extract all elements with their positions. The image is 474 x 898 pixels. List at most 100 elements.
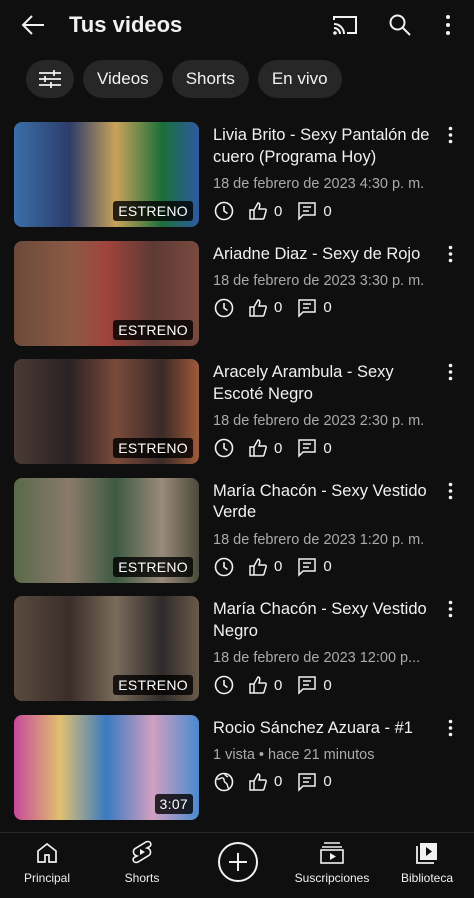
more-vert-icon[interactable] [442, 717, 458, 739]
nav-subscriptions[interactable]: Suscripciones [287, 839, 377, 885]
video-row[interactable]: ESTRENO Livia Brito - Sexy Pantalón de c… [0, 122, 474, 241]
comment-count: 0 [323, 773, 332, 790]
video-date: 18 de febrero de 2023 3:30 p. m. [213, 272, 425, 289]
clock-icon [213, 200, 235, 222]
more-vert-icon[interactable] [442, 480, 458, 502]
video-title: Rocio Sánchez Azuara - #1 [213, 718, 413, 737]
comment-count: 0 [323, 299, 332, 316]
thumbs-up-icon [247, 674, 269, 696]
premiere-badge: ESTRENO [113, 438, 193, 458]
premiere-badge: ESTRENO [113, 556, 193, 577]
thumbs-up-icon [247, 200, 269, 222]
video-title: Aracely Arambula - Sexy Escoté Negro [213, 363, 394, 403]
video-stats: 0 0 [213, 437, 346, 459]
video-stats: 0 0 [213, 674, 346, 696]
video-row[interactable]: 3:07 Rocio Sánchez Azuara - #1 1 vista •… [0, 714, 474, 834]
video-row[interactable]: ESTRENO Ariadne Diaz - Sexy de Rojo 18 d… [0, 240, 474, 360]
video-date: 18 de febrero de 2023 12:00 p... [213, 650, 421, 666]
plus-icon [229, 853, 247, 871]
video-title: María Chacón - Sexy Vestido Verde [213, 481, 427, 522]
video-date: 18 de febrero de 2023 4:30 p. m. [213, 176, 425, 192]
like-count: 0 [274, 773, 283, 790]
comment-count: 0 [323, 558, 332, 575]
video-row[interactable]: ESTRENO Aracely Arambula - Sexy Escoté N… [0, 359, 474, 478]
video-row[interactable]: ESTRENO María Chacón - Sexy Vestido Negr… [0, 596, 474, 715]
clock-icon [213, 674, 235, 696]
comment-icon [296, 200, 318, 222]
thumbs-up-icon [247, 297, 269, 319]
video-thumbnail[interactable]: ESTRENO [14, 122, 199, 227]
comment-icon [296, 771, 318, 793]
thumbs-up-icon [247, 437, 269, 459]
bottom-navigation: Principal Shorts Suscripciones Bibliotec… [0, 832, 474, 898]
comment-icon [296, 674, 318, 696]
globe-icon [213, 771, 235, 793]
video-date: 18 de febrero de 2023 2:30 p. m. [213, 413, 425, 429]
comment-count: 0 [323, 439, 332, 457]
video-thumbnail[interactable]: 3:07 [14, 714, 199, 820]
back-arrow-icon[interactable] [16, 10, 50, 40]
more-vert-icon[interactable] [442, 361, 458, 383]
nav-library-label: Biblioteca [400, 871, 454, 885]
top-app-bar: Tus videos [0, 0, 474, 52]
thumbs-up-icon [247, 556, 269, 578]
library-icon [415, 839, 439, 867]
comment-count: 0 [323, 676, 332, 694]
like-count: 0 [274, 202, 283, 220]
filter-chips: Videos Shorts En vivo [26, 60, 342, 98]
video-title: Ariadne Diaz - Sexy de Rojo [213, 244, 421, 263]
clock-icon [213, 297, 235, 319]
clock-icon [213, 437, 235, 459]
video-thumbnail[interactable]: ESTRENO [14, 240, 199, 346]
video-stats: 0 0 [213, 771, 346, 793]
video-stats: 0 0 [213, 200, 346, 222]
video-title: María Chacón - Sexy Vestido Negro [213, 600, 427, 640]
nav-home-label: Principal [23, 871, 71, 885]
chip-videos[interactable]: Videos [83, 60, 163, 98]
cast-icon[interactable] [330, 10, 360, 40]
home-icon [35, 839, 59, 867]
page-title: Tus videos [69, 12, 183, 37]
subscriptions-icon [319, 839, 345, 867]
filter-button[interactable] [26, 60, 74, 98]
clock-icon [213, 556, 235, 578]
comment-icon [296, 556, 318, 578]
video-thumbnail[interactable]: ESTRENO [14, 477, 199, 583]
video-thumbnail[interactable]: ESTRENO [14, 359, 199, 464]
more-vert-icon[interactable] [433, 10, 463, 40]
video-stats: 0 0 [213, 556, 346, 578]
video-views-time: 1 vista • hace 21 minutos [213, 746, 375, 763]
sliders-icon [39, 70, 61, 88]
search-icon[interactable] [385, 10, 415, 40]
premiere-badge: ESTRENO [113, 675, 193, 695]
more-vert-icon[interactable] [442, 598, 458, 620]
nav-library[interactable]: Biblioteca [382, 839, 472, 885]
nav-shorts-label: Shorts [124, 871, 160, 885]
create-button[interactable] [218, 842, 258, 882]
like-count: 0 [274, 676, 283, 694]
like-count: 0 [274, 558, 283, 575]
comment-icon [296, 297, 318, 319]
video-stats: 0 0 [213, 297, 346, 319]
nav-shorts[interactable]: Shorts [97, 839, 187, 885]
chip-live[interactable]: En vivo [257, 60, 342, 98]
more-vert-icon[interactable] [442, 243, 458, 265]
like-count: 0 [274, 299, 283, 316]
video-list: ESTRENO Livia Brito - Sexy Pantalón de c… [0, 122, 474, 833]
chip-shorts[interactable]: Shorts [171, 60, 249, 98]
more-vert-icon[interactable] [442, 124, 458, 146]
comment-count: 0 [323, 202, 332, 220]
duration-badge: 3:07 [154, 793, 193, 814]
premiere-badge: ESTRENO [113, 201, 193, 221]
thumbs-up-icon [247, 771, 269, 793]
premiere-badge: ESTRENO [113, 319, 193, 340]
like-count: 0 [274, 439, 283, 457]
video-date: 18 de febrero de 2023 1:20 p. m. [213, 531, 425, 548]
video-title: Livia Brito - Sexy Pantalón de cuero (Pr… [213, 126, 430, 166]
comment-icon [296, 437, 318, 459]
nav-subscriptions-label: Suscripciones [294, 871, 370, 885]
shorts-icon [131, 839, 153, 867]
video-thumbnail[interactable]: ESTRENO [14, 596, 199, 701]
nav-home[interactable]: Principal [2, 839, 92, 885]
video-row[interactable]: ESTRENO María Chacón - Sexy Vestido Verd… [0, 477, 474, 597]
